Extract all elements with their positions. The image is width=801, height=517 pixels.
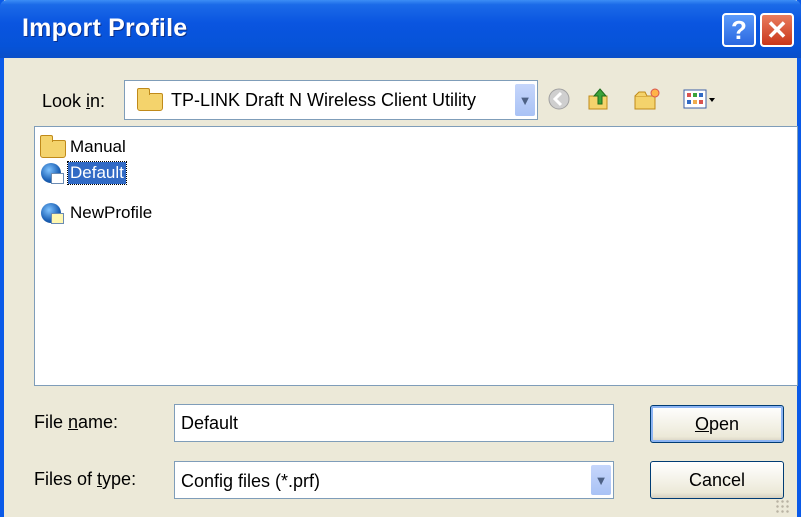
look-in-dropdown-button[interactable]: ▼ xyxy=(514,83,536,117)
view-menu-icon[interactable] xyxy=(680,84,720,114)
file-list[interactable]: Manual Default NewProfile xyxy=(34,126,798,386)
list-item[interactable]: NewProfile xyxy=(39,201,154,225)
folder-icon xyxy=(39,135,66,158)
import-profile-dialog: Import Profile ? ✕ Look in: TP-LINK Draf… xyxy=(0,0,801,517)
file-name-label: File name: xyxy=(34,412,119,432)
file-type-select[interactable]: Config files (*.prf) ▼ xyxy=(174,461,614,499)
back-icon[interactable] xyxy=(544,84,574,114)
look-in-value: TP-LINK Draft N Wireless Client Utility xyxy=(171,90,477,110)
dialog-title: Import Profile xyxy=(22,14,188,42)
chevron-down-icon: ▼ xyxy=(518,92,532,108)
open-button[interactable]: Open xyxy=(650,405,784,443)
file-type-dropdown-button[interactable]: ▼ xyxy=(590,464,612,496)
resize-grip[interactable] xyxy=(775,499,789,513)
folder-icon xyxy=(137,88,163,111)
file-name-input[interactable] xyxy=(174,404,614,442)
close-button[interactable]: ✕ xyxy=(760,13,794,47)
list-item-selected[interactable]: Default xyxy=(39,161,127,185)
cancel-button[interactable]: Cancel xyxy=(650,461,784,499)
look-in-label: Look in: xyxy=(42,91,106,111)
files-of-type-label: Files of type: xyxy=(34,469,137,489)
chevron-down-icon: ▼ xyxy=(594,472,608,488)
list-item[interactable]: Manual xyxy=(39,135,128,159)
network-profile-icon xyxy=(39,202,66,224)
network-profile-icon xyxy=(39,162,66,184)
help-button[interactable]: ? xyxy=(722,13,756,47)
title-bar[interactable]: Import Profile ? ✕ xyxy=(0,0,801,58)
look-in-combobox[interactable]: TP-LINK Draft N Wireless Client Utility … xyxy=(124,80,538,120)
up-folder-icon[interactable] xyxy=(584,84,614,114)
new-folder-icon[interactable] xyxy=(632,84,662,114)
